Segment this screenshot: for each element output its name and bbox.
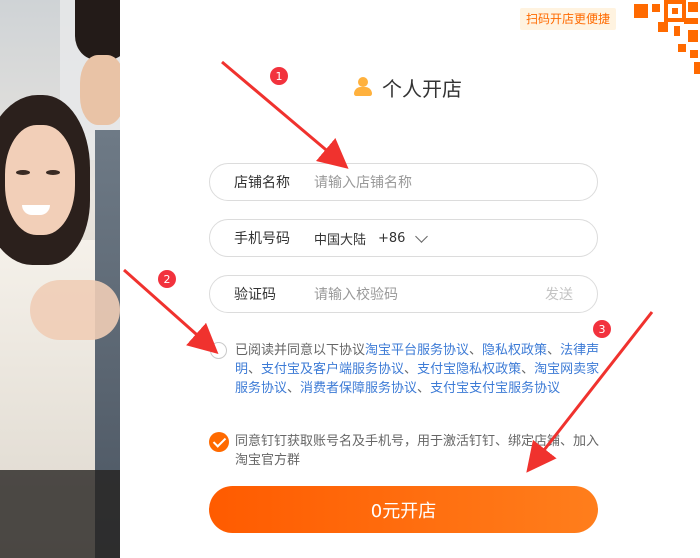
arrow-3 [526, 311, 654, 473]
step-badge-2: 2 [158, 270, 176, 288]
step-badge-1: 1 [270, 67, 288, 85]
annotation-arrows [123, 60, 654, 473]
step-badge-3: 3 [593, 320, 611, 338]
